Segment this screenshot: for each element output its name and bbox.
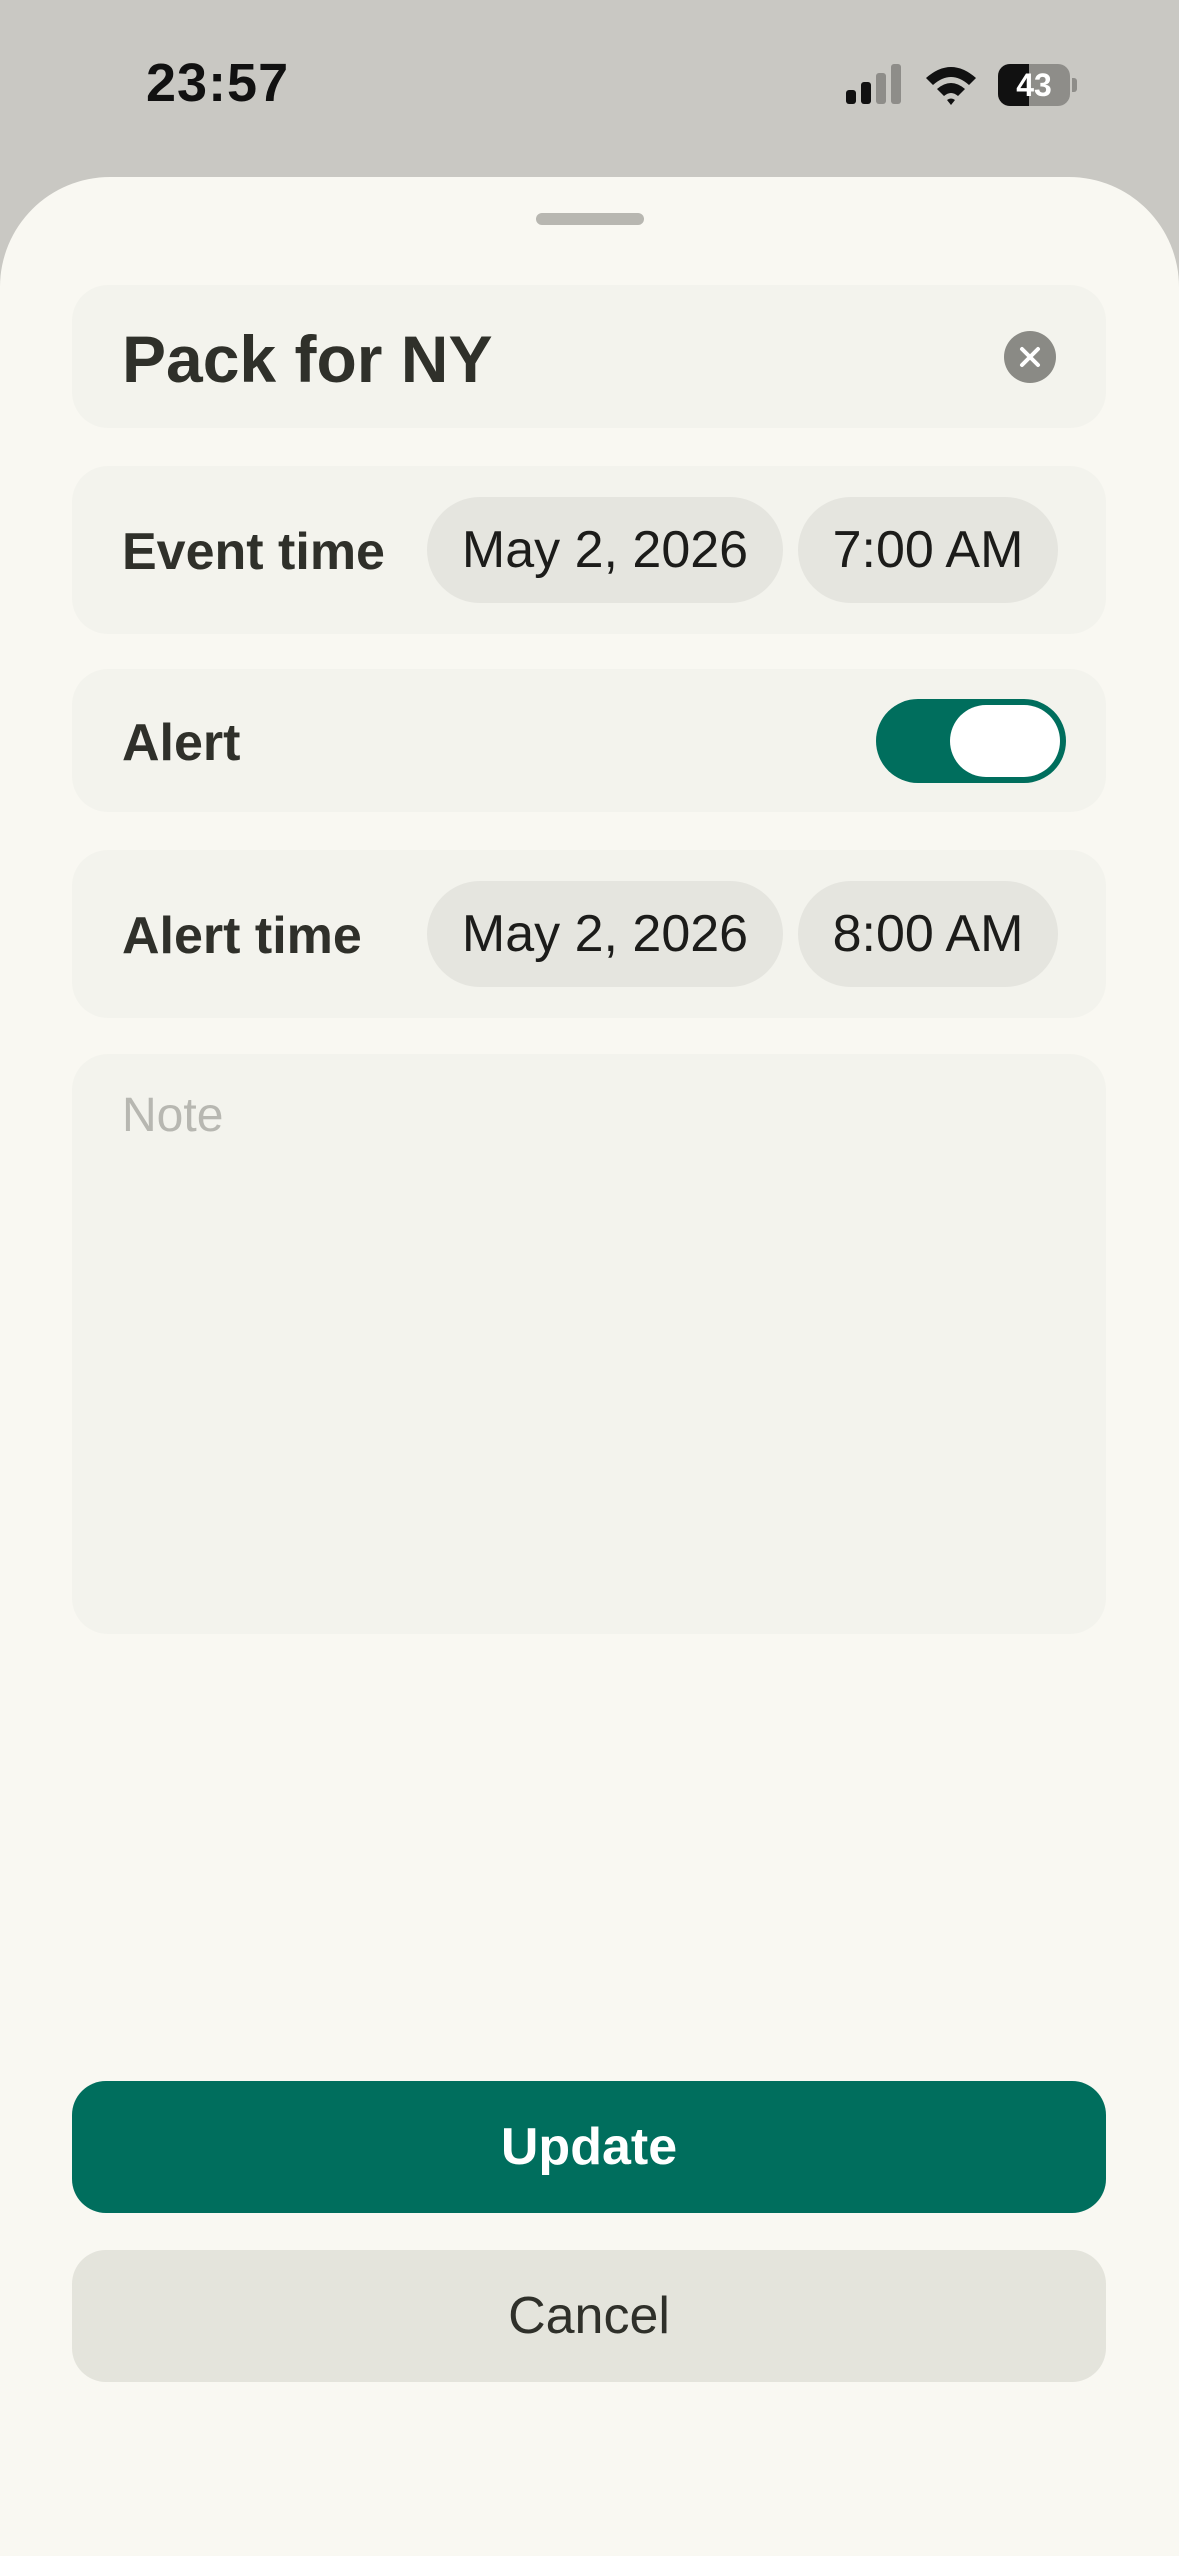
- event-time-row: Event time May 2, 2026 7:00 AM: [72, 466, 1106, 634]
- status-bar: 23:57 43: [0, 0, 1179, 175]
- event-time-label: Event time: [122, 523, 385, 581]
- event-time-picker[interactable]: 7:00 AM: [798, 497, 1058, 603]
- toggle-knob: [950, 705, 1060, 777]
- alert-row: Alert: [72, 669, 1106, 812]
- cellular-signal-icon: [846, 64, 901, 104]
- note-textarea[interactable]: Note: [72, 1054, 1106, 1634]
- alert-label: Alert: [122, 714, 241, 772]
- note-placeholder: Note: [122, 1089, 224, 1142]
- alert-date-picker[interactable]: May 2, 2026: [427, 881, 783, 987]
- battery-level: 43: [1016, 67, 1052, 103]
- alert-time-label: Alert time: [122, 907, 362, 965]
- update-button[interactable]: Update: [72, 2081, 1106, 2213]
- wifi-icon: [926, 67, 976, 105]
- clear-title-button[interactable]: [1004, 331, 1056, 383]
- event-date-picker[interactable]: May 2, 2026: [427, 497, 783, 603]
- title-input[interactable]: Pack for NY: [122, 321, 492, 397]
- alert-time-picker[interactable]: 8:00 AM: [798, 881, 1058, 987]
- alert-toggle[interactable]: [876, 699, 1066, 783]
- cancel-button[interactable]: Cancel: [72, 2250, 1106, 2382]
- battery-icon: 43: [998, 64, 1077, 106]
- alert-time-row: Alert time May 2, 2026 8:00 AM: [72, 850, 1106, 1018]
- edit-reminder-sheet: Pack for NY Event time May 2, 2026 7:00 …: [0, 177, 1179, 2556]
- close-icon: [1020, 347, 1040, 367]
- title-field[interactable]: Pack for NY: [72, 285, 1106, 428]
- status-time: 23:57: [146, 53, 290, 113]
- sheet-grabber[interactable]: [536, 213, 644, 225]
